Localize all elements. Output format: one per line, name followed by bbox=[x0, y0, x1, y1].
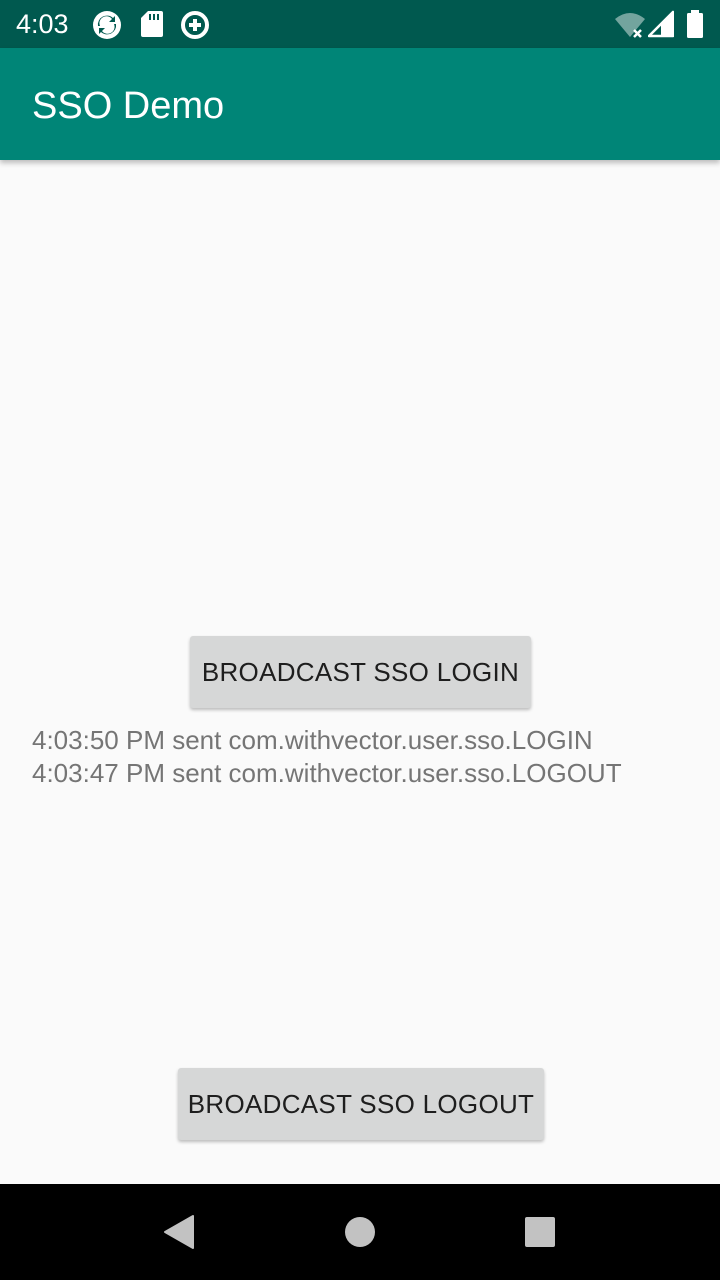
broadcast-sso-logout-button[interactable]: BROADCAST SSO LOGOUT bbox=[178, 1068, 544, 1140]
nav-bar bbox=[0, 1184, 720, 1280]
sd-card-icon bbox=[140, 10, 170, 40]
wifi-off-icon bbox=[614, 10, 645, 40]
log-line: 4:03:50 PM sent com.withvector.user.sso.… bbox=[32, 725, 593, 755]
status-bar: 4:03 bbox=[0, 0, 720, 48]
cellular-signal-icon bbox=[648, 10, 678, 40]
status-time: 4:03 bbox=[16, 9, 69, 39]
sync-icon bbox=[92, 10, 122, 40]
broadcast-sso-login-button[interactable]: BROADCAST SSO LOGIN bbox=[190, 636, 531, 708]
home-icon[interactable] bbox=[336, 1208, 384, 1256]
back-icon[interactable] bbox=[156, 1208, 204, 1256]
log-line: 4:03:47 PM sent com.withvector.user.sso.… bbox=[32, 758, 622, 788]
screen: 4:03 SSO Demo BROADCAST SSO LOGIN 4:03:5… bbox=[0, 0, 720, 1280]
broadcast-log: 4:03:50 PM sent com.withvector.user.sso.… bbox=[32, 724, 712, 790]
app-title: SSO Demo bbox=[32, 85, 225, 127]
data-saver-icon bbox=[180, 10, 210, 40]
recents-icon[interactable] bbox=[516, 1208, 564, 1256]
app-bar: SSO Demo bbox=[0, 48, 720, 160]
battery-icon bbox=[686, 10, 716, 40]
